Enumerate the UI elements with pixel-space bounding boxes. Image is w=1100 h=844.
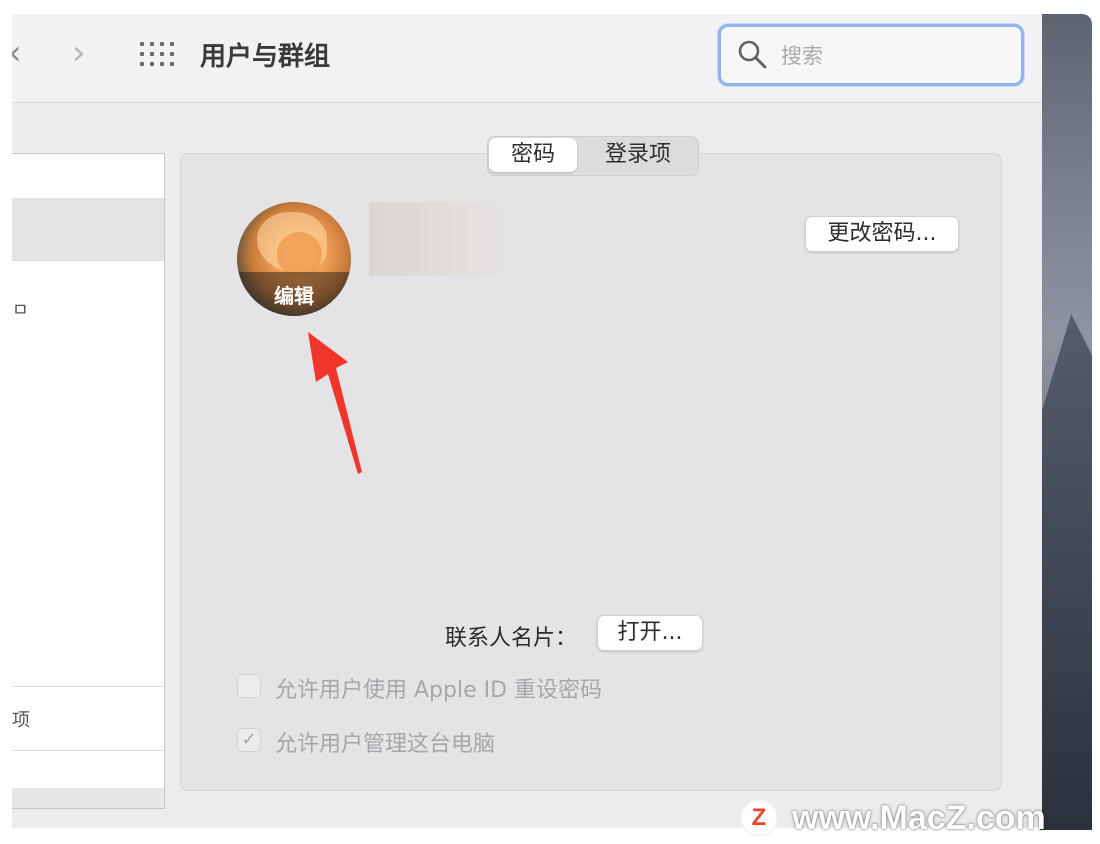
checkmark-icon[interactable]: ✓: [237, 728, 261, 752]
tab-login-items[interactable]: 登录项: [580, 138, 696, 172]
watermark: Z www.MacZ.com: [740, 798, 1046, 838]
list-divider: [12, 686, 164, 687]
list-divider: [12, 260, 164, 261]
search-field[interactable]: 搜索: [718, 24, 1024, 86]
users-list[interactable]: ㅁ 项: [12, 153, 165, 789]
open-contact-card-button[interactable]: 打开...: [597, 615, 703, 651]
list-item-stub: ㅁ: [12, 300, 29, 321]
option-label: 允许用户使用 Apple ID 重设密码: [275, 678, 603, 703]
tab-password[interactable]: 密码: [489, 138, 577, 172]
grid-icon[interactable]: [140, 42, 174, 68]
avatar-rose-center: [277, 232, 322, 277]
annotation-arrow: [308, 332, 362, 474]
watermark-text: www.MacZ.com: [792, 798, 1046, 837]
option-label: 允许用户管理这台电脑: [275, 732, 496, 757]
user-name-redacted: [369, 202, 525, 276]
wallpaper-mountain: [1040, 314, 1092, 830]
list-footer: [12, 788, 165, 809]
search-placeholder: 搜索: [781, 44, 823, 68]
search-icon: [738, 40, 767, 69]
avatar-edit-label[interactable]: 编辑: [237, 280, 351, 309]
tab-bar: 密码 登录项: [487, 136, 699, 176]
window-title: 用户与群组: [200, 42, 331, 72]
change-password-button[interactable]: 更改密码...: [805, 216, 959, 252]
checkbox-apple-id-reset[interactable]: [237, 674, 261, 698]
list-divider: [12, 750, 164, 751]
desktop-wallpaper: [1040, 14, 1092, 830]
list-item-stub[interactable]: 项: [12, 706, 30, 732]
list-item-selected[interactable]: [12, 198, 164, 260]
chevron-left-icon[interactable]: ‹: [12, 36, 22, 70]
avatar[interactable]: 编辑: [237, 202, 351, 316]
chevron-right-icon[interactable]: ›: [72, 36, 86, 70]
contact-card-label: 联系人名片：: [445, 626, 578, 651]
window-toolbar: ‹ › 用户与群组 搜索: [12, 14, 1042, 103]
watermark-logo: Z: [740, 799, 778, 837]
preferences-window: ‹ › 用户与群组 搜索 ㅁ 项 密码 登录项: [12, 14, 1042, 828]
